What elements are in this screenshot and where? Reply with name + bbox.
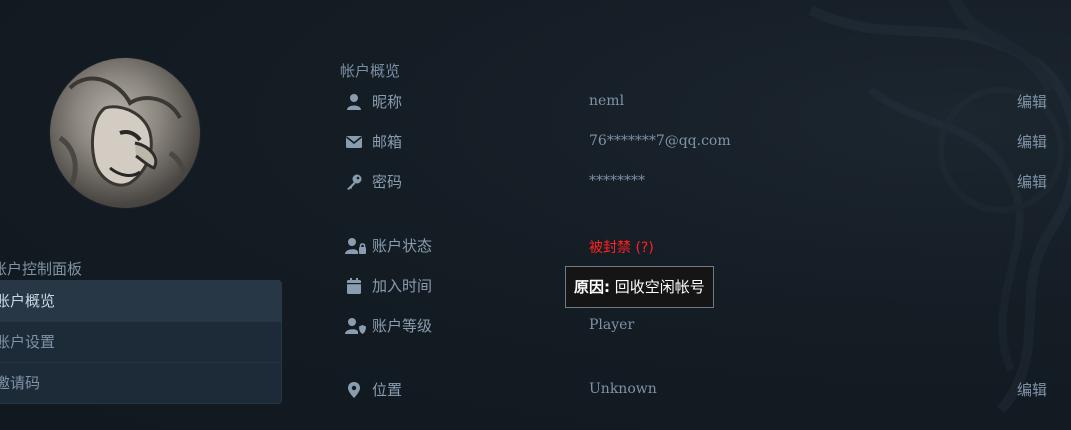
- edit-location-button[interactable]: 编辑: [1017, 379, 1047, 400]
- location-row: 位置 Unknown 编辑: [345, 376, 1055, 404]
- section-title: 帐户概览: [340, 62, 401, 80]
- location-value: Unknown: [589, 381, 657, 397]
- account-level-value: Player: [589, 317, 635, 333]
- email-row: 邮箱 76*******7@qq.com 编辑: [345, 128, 1055, 156]
- account-page: 账户控制面板 账户概览 账户设置 邀请码 帐户概览 昵称 neml 编辑 邮箱 …: [0, 0, 1071, 430]
- user-icon: [345, 93, 365, 111]
- key-icon: [345, 173, 365, 191]
- calendar-icon: [345, 277, 365, 295]
- sidebar-item-account-overview[interactable]: 账户概览: [0, 281, 281, 321]
- sidebar-menu: 账户概览 账户设置 邀请码: [0, 280, 282, 404]
- sidebar-item-invite-code[interactable]: 邀请码: [0, 362, 281, 403]
- password-row: 密码 ******** 编辑: [345, 168, 1055, 196]
- join-time-label: 加入时间: [372, 277, 433, 295]
- map-marker-icon: [345, 381, 365, 399]
- account-level-label: 账户等级: [372, 317, 433, 335]
- edit-email-button[interactable]: 编辑: [1017, 131, 1047, 152]
- account-status-value[interactable]: 被封禁 (?): [589, 237, 654, 257]
- password-label: 密码: [372, 173, 403, 191]
- nickname-value: neml: [589, 93, 625, 109]
- nickname-label: 昵称: [372, 93, 403, 111]
- user-lock-icon: [345, 237, 366, 255]
- account-status-row: 账户状态 被封禁 (?): [345, 232, 1055, 260]
- sidebar-item-account-settings[interactable]: 账户设置: [0, 321, 281, 362]
- email-label: 邮箱: [372, 133, 403, 151]
- edit-nickname-button[interactable]: 编辑: [1017, 91, 1047, 112]
- user-shield-icon: [345, 317, 366, 335]
- avatar[interactable]: [50, 58, 200, 208]
- account-level-row: 账户等级 Player: [345, 312, 1055, 340]
- avatar-portrait-icon: [58, 76, 188, 205]
- edit-password-button[interactable]: 编辑: [1017, 171, 1047, 192]
- tooltip-text: 回收空闲帐号: [610, 278, 705, 296]
- envelope-icon: [345, 133, 365, 151]
- tooltip-prefix: 原因:: [574, 278, 610, 296]
- sidebar-title: 账户控制面板: [0, 260, 83, 278]
- background-artwork: [808, 0, 1071, 414]
- password-value: ********: [589, 173, 645, 189]
- account-status-label: 账户状态: [372, 237, 433, 255]
- nickname-row: 昵称 neml 编辑: [345, 88, 1055, 116]
- location-label: 位置: [372, 381, 403, 399]
- ban-reason-tooltip: 原因: 回收空闲帐号: [565, 266, 714, 308]
- email-value: 76*******7@qq.com: [589, 133, 731, 149]
